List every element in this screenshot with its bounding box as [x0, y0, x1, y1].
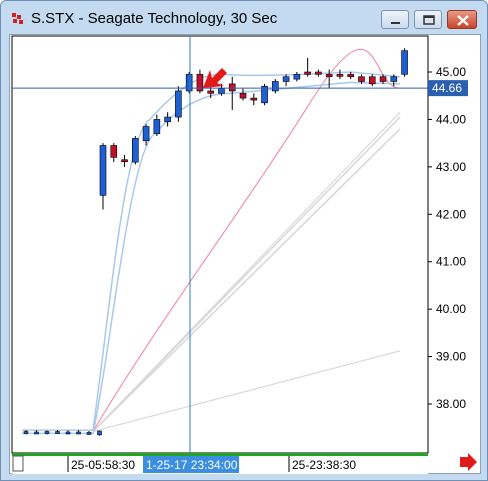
candle-body [315, 71, 322, 75]
candle-body [34, 431, 39, 435]
close-icon [457, 15, 469, 26]
candle-body [379, 76, 387, 82]
candle-body [282, 76, 290, 82]
candle-body [153, 119, 161, 134]
scrollbar[interactable] [12, 453, 428, 456]
current-price-label: 44.66 [432, 81, 462, 95]
candle-body [368, 76, 376, 85]
time-label-1: 25-05:58:30 [71, 458, 135, 472]
price-tick-label: 40.00 [436, 302, 466, 316]
price-tick-label: 38.00 [436, 397, 466, 411]
candle-body [65, 431, 71, 435]
candle-body [401, 50, 408, 75]
candle-body [132, 138, 139, 163]
price-tick-label: 39.00 [436, 350, 466, 364]
candle-body [97, 430, 102, 436]
candle-body [175, 90, 182, 118]
candle-body [76, 431, 81, 435]
candle-body [250, 97, 258, 101]
title-bar[interactable]: S.STX - Seagate Technology, 30 Sec [1, 1, 487, 35]
candle-body [261, 85, 268, 104]
candlestick-chart[interactable]: 45.00 44.00 43.00 42.00 41.00 40.00 39.00 38.00… [10, 35, 482, 475]
candle-body [44, 431, 50, 434]
candle-body [325, 74, 333, 78]
candle-body [23, 431, 29, 434]
time-label-3: 25-23:38:30 [292, 458, 356, 472]
price-tick-label: 42.00 [436, 207, 466, 221]
candle-body [293, 74, 301, 80]
candle-body [207, 90, 214, 94]
time-label-highlighted: 1-25-17 23:34:00 [146, 458, 238, 472]
price-tick-label: 45.00 [436, 65, 466, 79]
scroll-right-arrow-icon[interactable] [460, 453, 477, 471]
price-axis: 45.00 44.00 43.00 42.00 41.00 40.00 39.00 38.00 [428, 65, 466, 411]
candle-body [228, 83, 236, 92]
candle-body [110, 145, 118, 158]
price-tick-label: 44.00 [436, 112, 466, 126]
app-icon [12, 13, 23, 24]
minimize-icon [391, 22, 400, 24]
candle-body [390, 76, 398, 82]
candle-body [272, 81, 279, 92]
candle-body [239, 93, 247, 99]
price-tick-label: 41.00 [436, 255, 466, 269]
chart-window: S.STX - Seagate Technology, 30 Sec 45.00… [0, 0, 488, 481]
candle-body [218, 88, 225, 94]
maximize-button[interactable] [414, 10, 442, 29]
minimize-button[interactable] [381, 10, 409, 29]
close-button[interactable] [447, 10, 477, 29]
candle-body [55, 431, 60, 434]
candle-body [121, 159, 128, 163]
candle-body [86, 432, 92, 435]
candle-body [347, 74, 355, 78]
plot-frame [11, 35, 429, 454]
candle-body [304, 71, 311, 75]
window-title: S.STX - Seagate Technology, 30 Sec [31, 10, 278, 27]
scroll-left-box[interactable] [12, 455, 24, 472]
candle-body [336, 74, 344, 77]
candle-body [358, 76, 365, 82]
maximize-icon [423, 15, 435, 25]
candle-body [99, 145, 107, 196]
chart-area[interactable]: 45.00 44.00 43.00 42.00 41.00 40.00 39.00 38.00… [9, 34, 481, 474]
price-tick-label: 43.00 [436, 160, 466, 174]
candle-body [164, 116, 171, 123]
candle-body [142, 126, 150, 142]
